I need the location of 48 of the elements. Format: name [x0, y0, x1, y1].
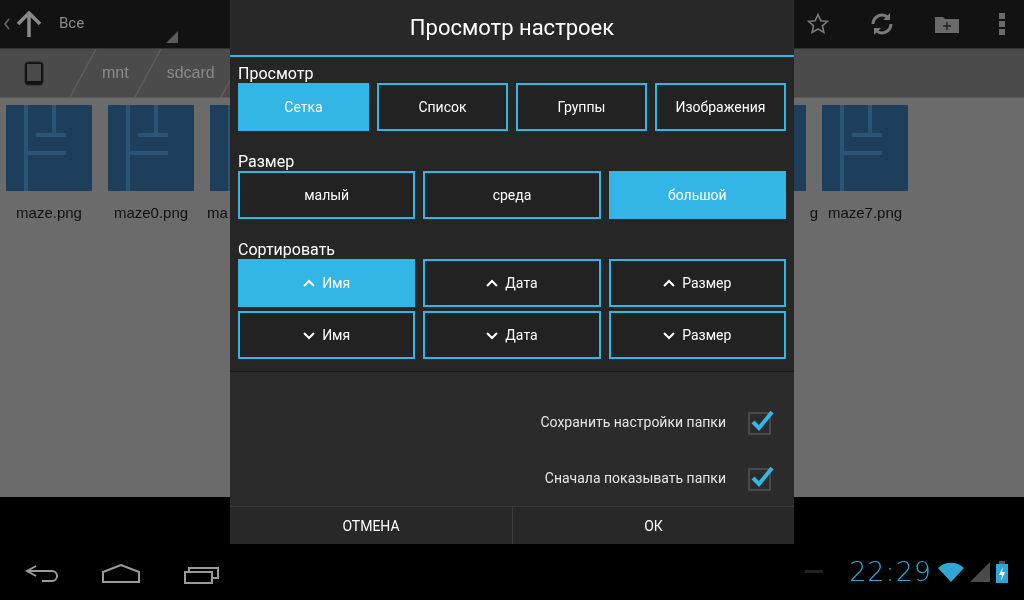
checkbox[interactable]	[748, 465, 774, 492]
option-button[interactable]: Изображения	[655, 83, 786, 132]
notification-dash-icon	[805, 570, 824, 573]
dialog-title: Просмотр настроек	[409, 15, 615, 41]
file-name: maze7.png	[827, 204, 903, 221]
option-button[interactable]: Список	[377, 83, 508, 132]
image-thumbnail[interactable]	[6, 105, 92, 191]
chevron-up-icon	[663, 278, 676, 288]
chevron-up-icon	[486, 278, 499, 288]
option-button[interactable]: Размер	[608, 259, 786, 308]
option-button[interactable]: Группы	[516, 83, 647, 132]
overflow-menu-icon[interactable]	[999, 13, 1005, 35]
image-thumbnail[interactable]	[108, 105, 194, 191]
star-icon[interactable]	[807, 13, 829, 35]
option-label: Сначала показывать папки	[544, 470, 726, 487]
option-button[interactable]: среда	[423, 171, 601, 220]
image-thumbnail[interactable]	[822, 105, 908, 191]
battery-charging-icon	[996, 560, 1008, 583]
checkbox[interactable]	[748, 409, 774, 436]
chevron-down-icon	[663, 330, 676, 340]
chevron-up-icon	[303, 278, 316, 288]
option-button[interactable]: Имя	[238, 311, 416, 360]
home-icon[interactable]	[102, 564, 140, 584]
file-name: ma	[207, 204, 228, 221]
chevron-down-icon	[303, 330, 316, 340]
refresh-icon[interactable]	[869, 11, 895, 37]
new-folder-icon[interactable]	[935, 15, 959, 33]
wifi-icon	[938, 561, 964, 582]
option-label: Сохранить настройки папки	[540, 414, 726, 431]
section-label: Размер	[238, 151, 296, 172]
option-button[interactable]: Дата	[423, 311, 601, 360]
option-button[interactable]: малый	[238, 171, 416, 220]
up-arrow-icon[interactable]	[14, 9, 44, 39]
file-name: g	[809, 204, 818, 221]
signal-icon	[970, 561, 990, 582]
chevron-left-icon[interactable]	[4, 18, 10, 30]
recent-apps-icon[interactable]	[184, 564, 220, 584]
option-button[interactable]: Дата	[423, 259, 601, 308]
dropdown-corner-icon	[166, 31, 178, 43]
chevron-down-icon	[486, 330, 499, 340]
file-name: maze.png	[16, 204, 82, 221]
section-label: Сортировать	[238, 239, 337, 260]
clock: 22:29	[849, 556, 932, 587]
section-label: Просмотр	[238, 63, 315, 84]
file-name: maze0.png	[113, 204, 189, 221]
filter-dropdown[interactable]: Все	[50, 3, 180, 45]
back-icon[interactable]	[24, 564, 58, 584]
option-button[interactable]: Размер	[608, 311, 786, 360]
